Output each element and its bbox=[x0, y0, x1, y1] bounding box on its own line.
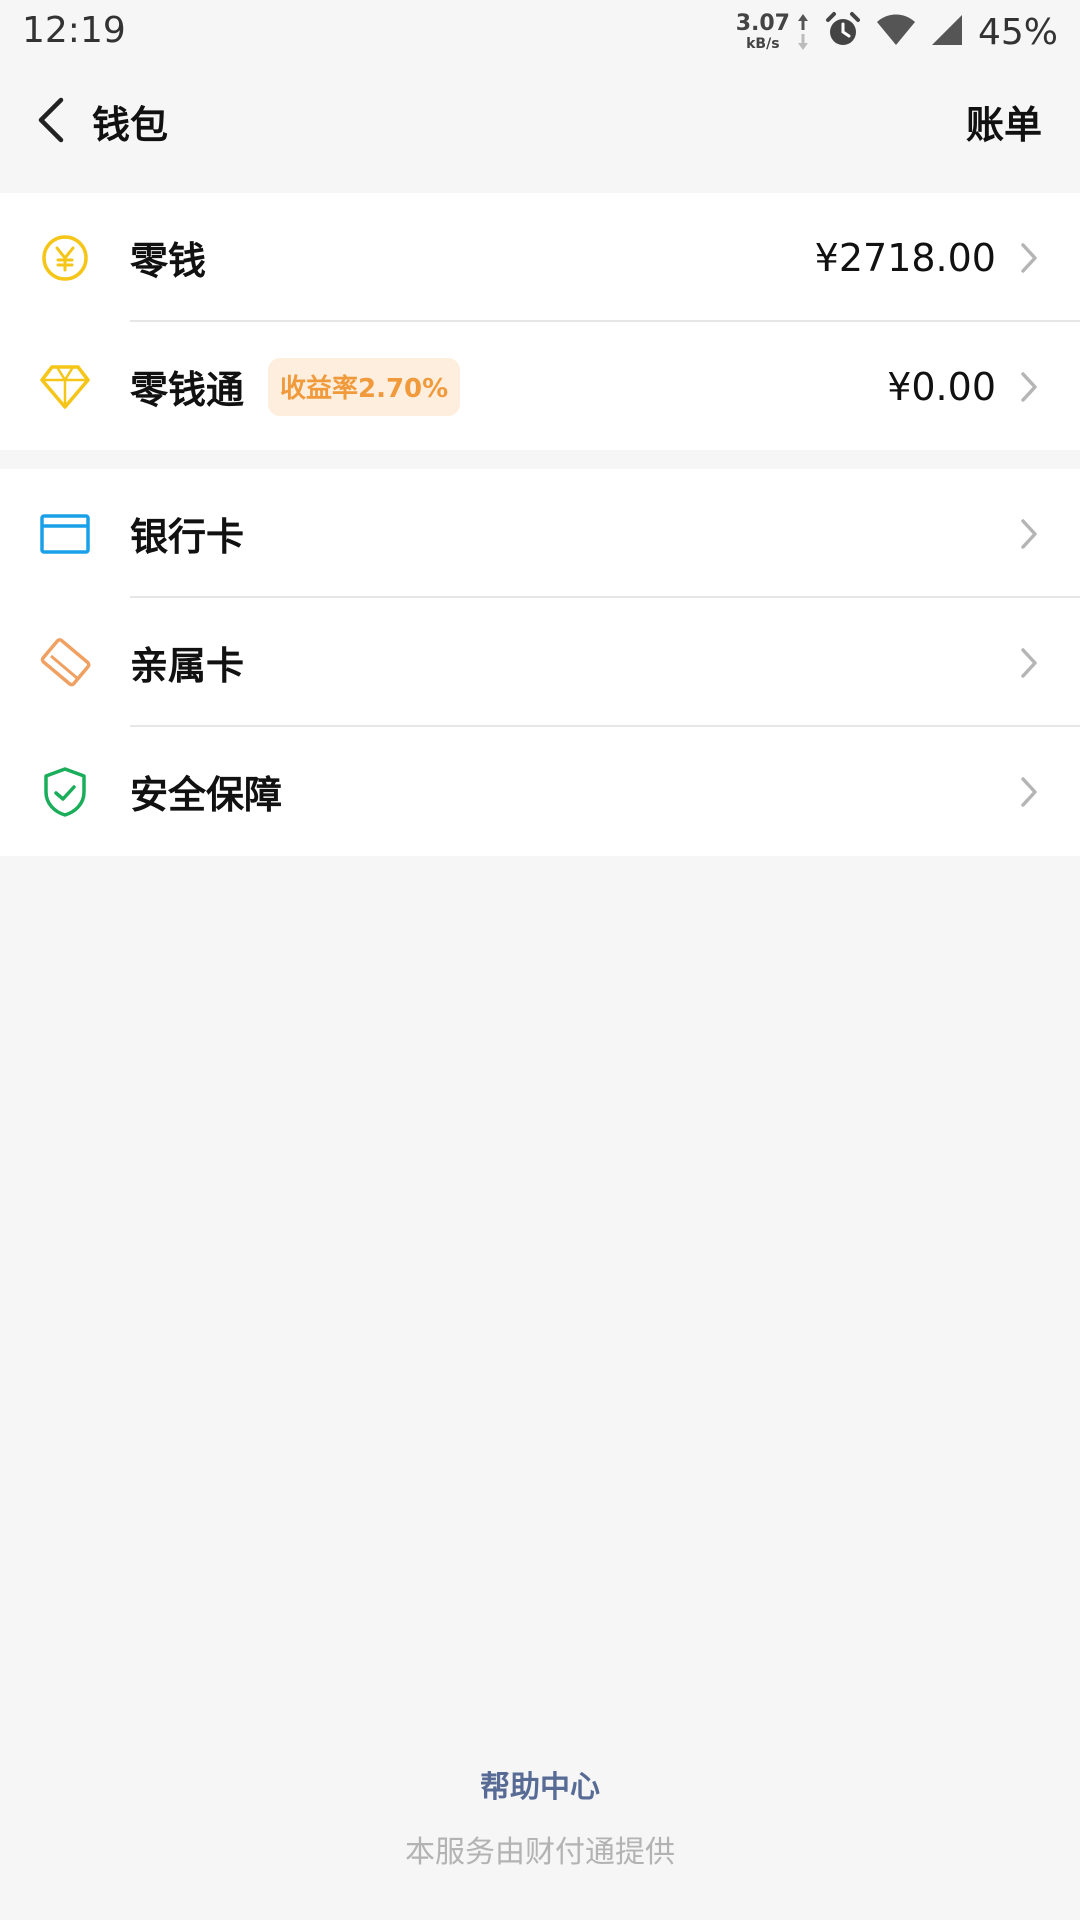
yield-rate-badge: 收益率2.70% bbox=[268, 357, 461, 416]
list-item-lingqiantong[interactable]: 零钱通 收益率2.70% ¥0.00 bbox=[0, 322, 1080, 451]
network-speed-value: 3.07 bbox=[735, 11, 790, 36]
status-bar: 12:19 3.07 kB/s 45% bbox=[0, 0, 1080, 64]
list-item-label: 亲属卡 bbox=[130, 644, 245, 688]
data-transfer-icon bbox=[796, 12, 810, 52]
chevron-right-icon bbox=[1016, 516, 1042, 552]
list-item-security[interactable]: 安全保障 bbox=[0, 727, 1080, 856]
list-item-label: 安全保障 bbox=[130, 773, 283, 817]
help-center-link[interactable]: 帮助中心 bbox=[0, 1762, 1080, 1806]
chevron-right-icon bbox=[1016, 774, 1042, 810]
status-time: 12:19 bbox=[22, 10, 126, 51]
list-item-label: 银行卡 bbox=[130, 515, 245, 559]
family-card-icon bbox=[38, 636, 92, 690]
bills-button[interactable]: 账单 bbox=[966, 94, 1042, 149]
nav-bar: 钱包 账单 bbox=[0, 64, 1080, 176]
chevron-right-icon bbox=[1016, 369, 1042, 405]
chevron-left-icon bbox=[38, 97, 64, 143]
list-item-label: 零钱 bbox=[130, 239, 207, 283]
yuan-coin-icon bbox=[38, 231, 92, 285]
list-item-label: 零钱通 bbox=[130, 368, 245, 412]
bank-card-icon bbox=[38, 507, 92, 561]
page-title: 钱包 bbox=[92, 103, 169, 147]
diamond-icon bbox=[38, 360, 92, 414]
wifi-icon bbox=[876, 13, 916, 51]
alarm-icon bbox=[824, 11, 862, 53]
balance-value: ¥2718.00 bbox=[814, 235, 996, 280]
signal-icon bbox=[930, 13, 964, 51]
network-speed: 3.07 kB/s bbox=[735, 11, 790, 52]
chevron-right-icon bbox=[1016, 645, 1042, 681]
cards-group: 银行卡 亲属卡 安全保障 bbox=[0, 469, 1080, 856]
back-button[interactable] bbox=[24, 94, 76, 146]
list-item-bank-card[interactable]: 银行卡 bbox=[0, 469, 1080, 598]
list-item-family-card[interactable]: 亲属卡 bbox=[0, 598, 1080, 727]
battery-level: 45% bbox=[977, 11, 1058, 53]
lingqiantong-value: ¥0.00 bbox=[887, 364, 996, 409]
chevron-right-icon bbox=[1016, 240, 1042, 276]
network-speed-unit: kB/s bbox=[746, 36, 780, 52]
status-icons: 3.07 kB/s 45% bbox=[736, 8, 1058, 56]
shield-check-icon bbox=[38, 765, 92, 819]
service-provider-text: 本服务由财付通提供 bbox=[405, 1835, 675, 1870]
balance-group: 零钱 ¥2718.00 零钱通 收益率2.70% ¥0.00 bbox=[0, 193, 1080, 450]
list-item-balance[interactable]: 零钱 ¥2718.00 bbox=[0, 193, 1080, 322]
